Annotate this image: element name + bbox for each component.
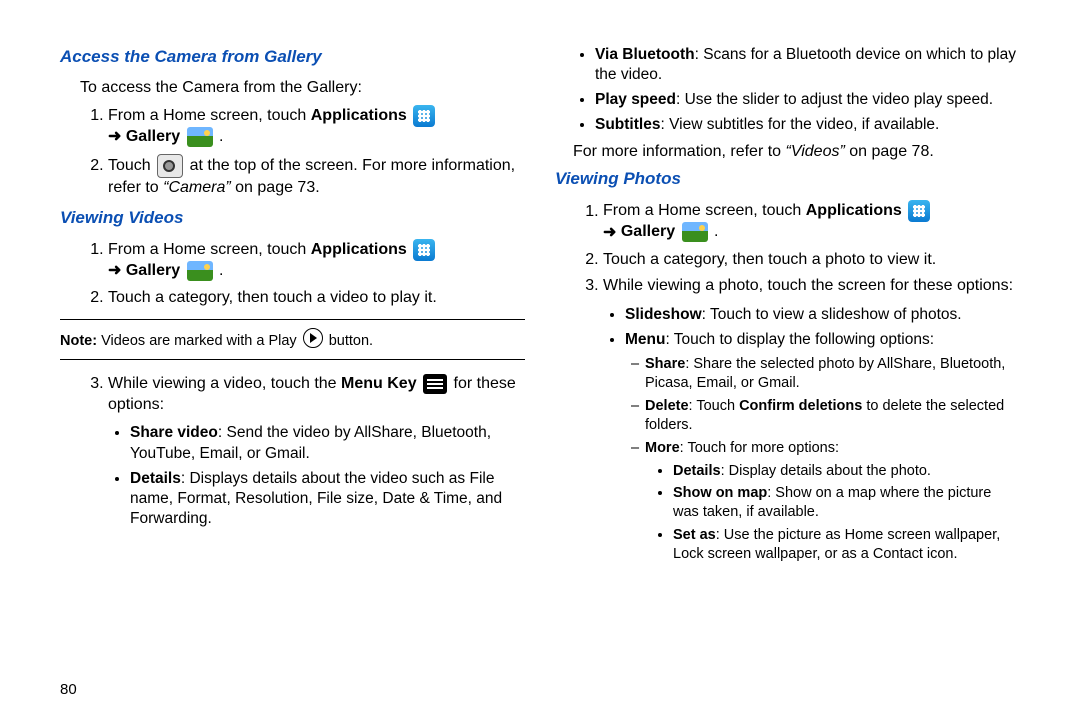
opt-via-bluetooth: Via Bluetooth: Scans for a Bluetooth dev… [595,45,1020,85]
left-column: Access the Camera from Gallery To access… [60,40,525,568]
step-1: From a Home screen, touch Applications G… [108,105,525,148]
sub-more: More: Touch for more options: [645,439,1020,458]
viewing-videos-steps: From a Home screen, touch Applications G… [60,239,525,309]
applications-icon [413,239,435,261]
photo-more-suboptions: Details: Display details about the photo… [555,462,1020,564]
opt-menu: Menu: Touch to display the following opt… [625,330,1020,350]
arrow-icon [108,262,126,279]
video-menu-options: Share video: Send the video by AllShare,… [60,423,525,529]
applications-icon [908,200,930,222]
heading-viewing-videos: Viewing Videos [60,207,525,229]
page-number: 80 [60,681,77,698]
photo-options: Slideshow: Touch to view a slideshow of … [555,305,1020,350]
photo-menu-suboptions: Share: Share the selected photo by AllSh… [555,355,1020,457]
arrow-icon [603,224,621,241]
play-icon [303,328,323,348]
note-block: Note: Videos are marked with a Play butt… [60,319,525,360]
sub-share: Share: Share the selected photo by AllSh… [645,355,1020,393]
vp-step-3: While viewing a photo, touch the screen … [603,276,1020,297]
gallery-icon [682,222,708,242]
vp-step-2: Touch a category, then touch a photo to … [603,250,1020,271]
opt-slideshow: Slideshow: Touch to view a slideshow of … [625,305,1020,325]
step-2: Touch at the top of the screen. For more… [108,154,525,199]
video-more-options: Via Bluetooth: Scans for a Bluetooth dev… [555,45,1020,136]
arrow-icon [108,128,126,145]
videos-crossref: For more information, refer to “Videos” … [573,142,1020,163]
more-show-on-map: Show on map: Show on a map where the pic… [673,484,1020,522]
vv-step-1: From a Home screen, touch Applications G… [108,239,525,282]
opt-details: Details: Displays details about the vide… [130,469,525,529]
opt-play-speed: Play speed: Use the slider to adjust the… [595,90,1020,110]
gallery-icon [187,261,213,281]
heading-viewing-photos: Viewing Photos [555,168,1020,190]
more-set-as: Set as: Use the picture as Home screen w… [673,526,1020,564]
opt-subtitles: Subtitles: View subtitles for the video,… [595,115,1020,135]
intro-text: To access the Camera from the Gallery: [80,78,525,99]
right-column: Via Bluetooth: Scans for a Bluetooth dev… [555,40,1020,568]
access-camera-steps: From a Home screen, touch Applications G… [60,105,525,199]
opt-share-video: Share video: Send the video by AllShare,… [130,423,525,463]
viewing-photos-steps: From a Home screen, touch Applications G… [555,200,1020,297]
sub-delete: Delete: Touch Confirm deletions to delet… [645,397,1020,435]
camera-icon [157,154,183,178]
vp-step-1: From a Home screen, touch Applications G… [603,200,1020,243]
vv-step-3: While viewing a video, touch the Menu Ke… [108,374,525,416]
heading-access-camera: Access the Camera from Gallery [60,46,525,68]
vv-step-2: Touch a category, then touch a video to … [108,288,525,309]
menu-key-icon [423,374,447,394]
applications-icon [413,105,435,127]
more-details: Details: Display details about the photo… [673,462,1020,481]
gallery-icon [187,127,213,147]
manual-page: Access the Camera from Gallery To access… [0,0,1080,588]
viewing-videos-steps-cont: While viewing a video, touch the Menu Ke… [60,374,525,416]
